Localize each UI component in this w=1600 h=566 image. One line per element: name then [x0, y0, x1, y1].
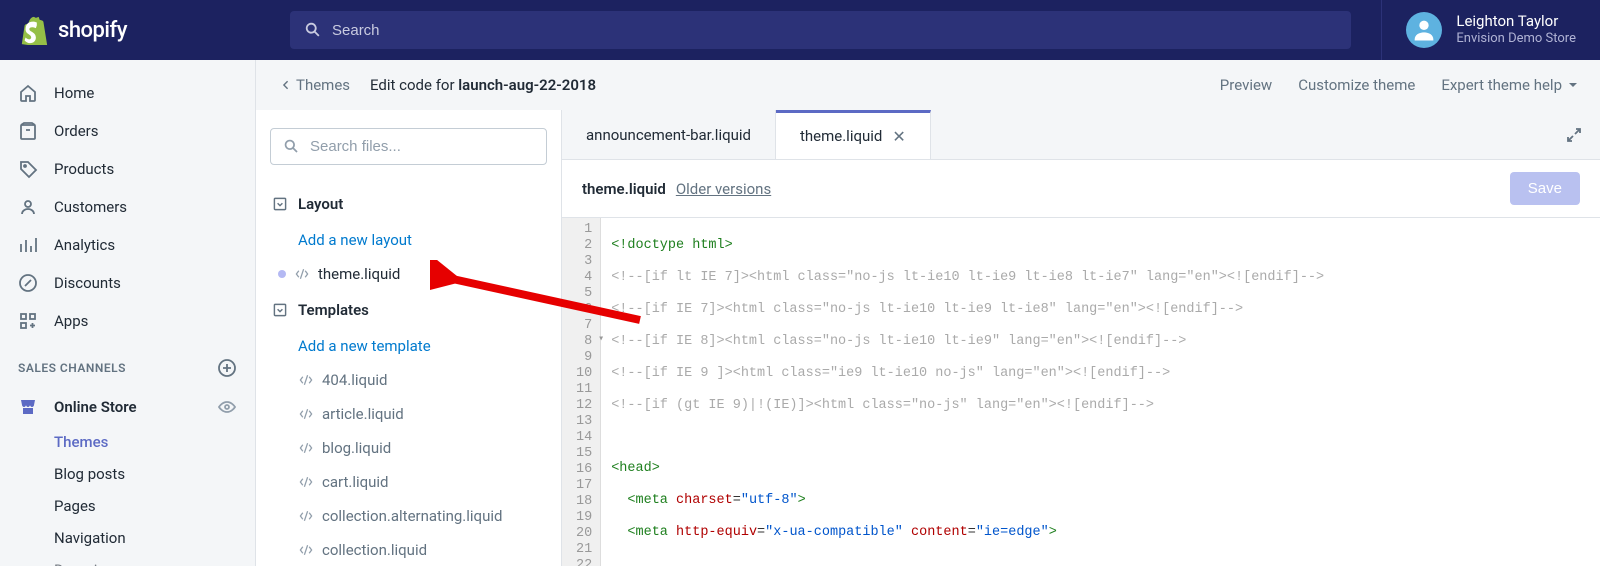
file-tree-panel: Layout Add a new layout theme.liquid Tem… [256, 110, 562, 566]
code-file-icon [298, 474, 314, 490]
preview-link[interactable]: Preview [1220, 76, 1272, 94]
user-store: Envision Demo Store [1456, 31, 1576, 48]
customers-icon [18, 197, 38, 217]
caret-down-icon [1568, 80, 1578, 90]
line-gutter: 12345678910111213141516171819202122 [562, 218, 601, 566]
expand-icon[interactable] [1548, 125, 1600, 145]
page-title: Edit code for launch-aug-22-2018 [370, 76, 596, 94]
expert-theme-help[interactable]: Expert theme help [1441, 76, 1578, 94]
file-collection-alt[interactable]: collection.alternating.liquid [270, 499, 547, 533]
add-new-layout[interactable]: Add a new layout [270, 223, 547, 257]
user-menu[interactable]: Leighton Taylor Envision Demo Store [1381, 0, 1600, 60]
older-versions-link[interactable]: Older versions [676, 180, 771, 198]
code-file-icon [298, 406, 314, 422]
file-article[interactable]: article.liquid [270, 397, 547, 431]
code-file-icon [298, 440, 314, 456]
chevron-left-icon [278, 78, 292, 92]
save-button[interactable]: Save [1510, 172, 1580, 205]
home-icon [18, 83, 38, 103]
subnav-pages[interactable]: Pages [54, 490, 255, 522]
orders-icon [18, 121, 38, 141]
code-editor-panel: announcement-bar.liquid theme.liquid ✕ t… [562, 110, 1600, 566]
logo-area[interactable]: shopify [0, 15, 260, 45]
code-lines[interactable]: <!doctype html> <!--[if lt IE 7]><html c… [601, 218, 1334, 566]
subnav-domains[interactable]: Domains [54, 554, 255, 566]
search-input[interactable] [332, 22, 1337, 39]
code-file-icon [298, 508, 314, 524]
add-new-template[interactable]: Add a new template [270, 329, 547, 363]
folder-down-icon [272, 196, 288, 212]
editor-tabs: announcement-bar.liquid theme.liquid ✕ [562, 110, 1600, 160]
nav-online-store[interactable]: Online Store [0, 388, 255, 426]
code-editor[interactable]: 12345678910111213141516171819202122 <!do… [562, 217, 1600, 566]
file-search[interactable] [270, 128, 547, 165]
close-tab-icon[interactable]: ✕ [892, 127, 905, 146]
nav-apps[interactable]: Apps [0, 302, 255, 340]
search-icon [304, 21, 322, 39]
file-404[interactable]: 404.liquid [270, 363, 547, 397]
folder-down-icon [272, 302, 288, 318]
customize-theme-link[interactable]: Customize theme [1298, 76, 1415, 94]
back-to-themes[interactable]: Themes [278, 76, 350, 94]
nav-home[interactable]: Home [0, 74, 255, 112]
tab-announcement[interactable]: announcement-bar.liquid [562, 110, 776, 159]
products-icon [18, 159, 38, 179]
file-cart[interactable]: cart.liquid [270, 465, 547, 499]
sales-channels-heading: SALES CHANNELS [0, 340, 255, 388]
file-theme-liquid[interactable]: theme.liquid [270, 257, 547, 291]
apps-icon [18, 311, 38, 331]
subnav-navigation[interactable]: Navigation [54, 522, 255, 554]
analytics-icon [18, 235, 38, 255]
nav-discounts[interactable]: Discounts [0, 264, 255, 302]
brand-text: shopify [58, 18, 127, 43]
nav-products[interactable]: Products [0, 150, 255, 188]
tab-theme[interactable]: theme.liquid ✕ [776, 110, 931, 159]
search-icon [283, 138, 300, 155]
code-file-icon [298, 372, 314, 388]
add-channel-icon[interactable] [217, 358, 237, 378]
modified-dot-icon [278, 270, 286, 278]
user-name: Leighton Taylor [1456, 12, 1576, 32]
file-blog[interactable]: blog.liquid [270, 431, 547, 465]
file-collection[interactable]: collection.liquid [270, 533, 547, 566]
nav-orders[interactable]: Orders [0, 112, 255, 150]
online-store-icon [18, 397, 38, 417]
sidebar: Home Orders Products Customers Analytics… [0, 60, 256, 566]
code-file-icon [298, 542, 314, 558]
open-file-name: theme.liquid [582, 180, 666, 198]
shopify-bag-icon [20, 15, 48, 45]
global-search[interactable] [290, 11, 1351, 49]
file-search-input[interactable] [310, 138, 534, 155]
code-file-icon [294, 266, 310, 282]
avatar [1406, 12, 1442, 48]
discounts-icon [18, 273, 38, 293]
nav-analytics[interactable]: Analytics [0, 226, 255, 264]
nav-customers[interactable]: Customers [0, 188, 255, 226]
view-store-icon[interactable] [217, 397, 237, 417]
subnav-blog-posts[interactable]: Blog posts [54, 458, 255, 490]
section-layout[interactable]: Layout [270, 185, 547, 223]
subnav-themes[interactable]: Themes [54, 426, 255, 458]
section-templates[interactable]: Templates [270, 291, 547, 329]
